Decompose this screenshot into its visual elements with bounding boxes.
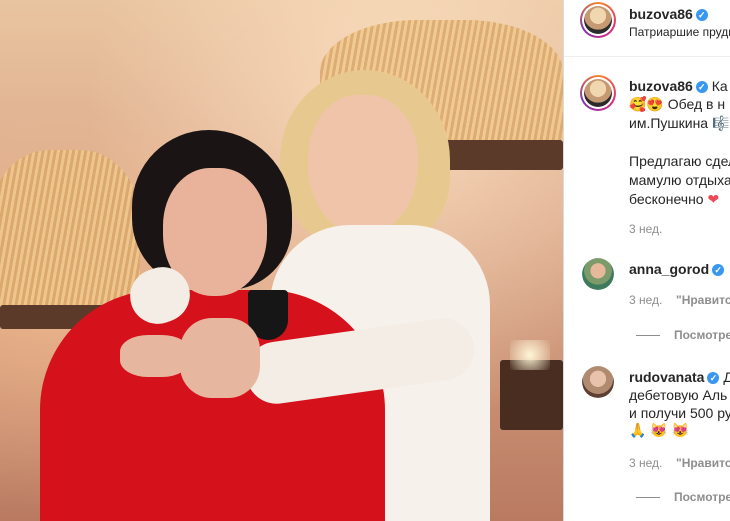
replies-divider xyxy=(636,335,660,336)
comment-time[interactable]: 3 нед. xyxy=(629,456,662,470)
comment-avatar[interactable] xyxy=(582,258,614,290)
decor-wheat-left xyxy=(0,150,140,320)
decor-lamp xyxy=(510,340,550,370)
comment-username[interactable]: rudovanata ✓ Д xyxy=(629,369,730,385)
view-replies-button[interactable]: Посмотре xyxy=(674,328,730,342)
comment-like-button[interactable]: "Нравится xyxy=(676,456,730,470)
caption-avatar[interactable] xyxy=(580,75,616,111)
post-side-panel: buzova86 ✓ Патриаршие пруды buzova86 ✓ Ка … xyxy=(563,0,730,521)
comment-like-button[interactable]: "Нравится xyxy=(676,293,730,307)
verified-badge-icon: ✓ xyxy=(695,81,708,93)
caption-text-6: бесконечно ❤ xyxy=(629,191,720,207)
verified-badge-icon: ✓ xyxy=(712,264,725,276)
heart-icon: ❤ xyxy=(707,191,720,207)
comment-avatar[interactable] xyxy=(582,366,614,398)
comment-username[interactable]: anna_gorod ✓ xyxy=(629,261,725,277)
author-username[interactable]: buzova86 ✓ xyxy=(629,6,708,22)
caption-text-2: 🥰😍 Обед в н xyxy=(629,96,726,112)
post-location[interactable]: Патриаршие пруды xyxy=(629,25,730,39)
verified-badge-icon: ✓ xyxy=(695,9,708,21)
comment-text-2: дебетовую Аль xyxy=(629,387,728,403)
verified-badge-icon: ✓ xyxy=(707,372,720,384)
decor-shelf-lower xyxy=(500,360,563,430)
caption-time[interactable]: 3 нед. xyxy=(629,222,662,236)
caption-username[interactable]: buzova86 ✓ Ка xyxy=(629,78,728,94)
caption-text-5: мамулю отдыха xyxy=(629,172,730,188)
caption-text-1: Ка xyxy=(711,78,728,94)
view-replies-button[interactable]: Посмотре xyxy=(674,490,730,504)
comment-text-4: 🙏 😻 😻 xyxy=(629,422,690,438)
post-header: buzova86 ✓ Патриаршие пруды xyxy=(564,0,730,57)
caption-text-3: им.Пушкина 🎼 xyxy=(629,115,730,131)
post-photo[interactable] xyxy=(0,0,563,521)
person-b-face xyxy=(308,95,418,235)
replies-divider xyxy=(636,497,660,498)
caption-text-4: Предлагаю сдел xyxy=(629,153,730,169)
author-avatar[interactable] xyxy=(580,2,616,38)
comment-text-1: Д xyxy=(723,369,730,385)
comment-time[interactable]: 3 нед. xyxy=(629,293,662,307)
clasped-hands xyxy=(180,318,260,398)
